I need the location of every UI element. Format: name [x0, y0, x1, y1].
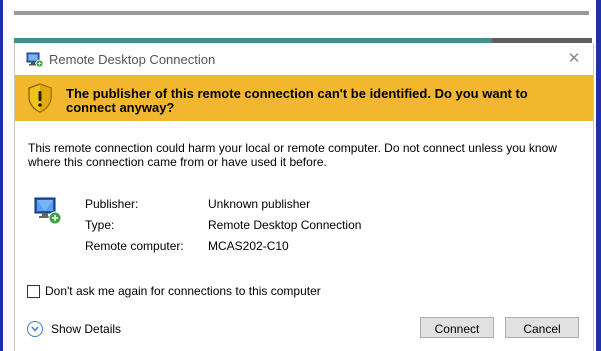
- connect-button[interactable]: Connect: [420, 317, 494, 338]
- chevron-down-icon[interactable]: [27, 321, 43, 337]
- warning-message: The publisher of this remote connection …: [66, 86, 528, 115]
- warning-description: This remote connection could harm your l…: [28, 141, 557, 169]
- background-divider: [14, 11, 589, 15]
- window-border-left: [0, 0, 3, 351]
- detail-label: Publisher:: [85, 197, 139, 211]
- warning-banner: The publisher of this remote connection …: [15, 75, 593, 121]
- detail-label: Remote computer:: [85, 239, 184, 253]
- window-border-right: [596, 0, 601, 351]
- show-details-toggle[interactable]: Show Details: [27, 321, 121, 337]
- dialog-footer: Show Details Connect Cancel: [15, 313, 593, 351]
- detail-value: Unknown publisher: [208, 197, 311, 211]
- detail-value: MCAS202-C10: [208, 239, 289, 253]
- dont-ask-again-label[interactable]: Don't ask me again for connections to th…: [45, 284, 321, 298]
- detail-value: Remote Desktop Connection: [208, 218, 362, 232]
- dont-ask-again-checkbox[interactable]: [27, 284, 40, 298]
- remote-desktop-icon: [26, 52, 44, 68]
- shield-warning-icon: [27, 83, 53, 113]
- close-icon[interactable]: ✕: [563, 48, 585, 70]
- dont-ask-again-row[interactable]: Don't ask me again for connections to th…: [27, 283, 321, 299]
- dialog-title: Remote Desktop Connection: [49, 52, 216, 67]
- dialog-titlebar[interactable]: Remote Desktop Connection ✕: [15, 43, 593, 75]
- cancel-button[interactable]: Cancel: [505, 317, 579, 338]
- detail-label: Type:: [85, 218, 115, 232]
- remote-desktop-dialog: Remote Desktop Connection ✕ The publishe…: [14, 43, 594, 351]
- show-details-label[interactable]: Show Details: [51, 322, 121, 336]
- computer-icon: [33, 196, 63, 226]
